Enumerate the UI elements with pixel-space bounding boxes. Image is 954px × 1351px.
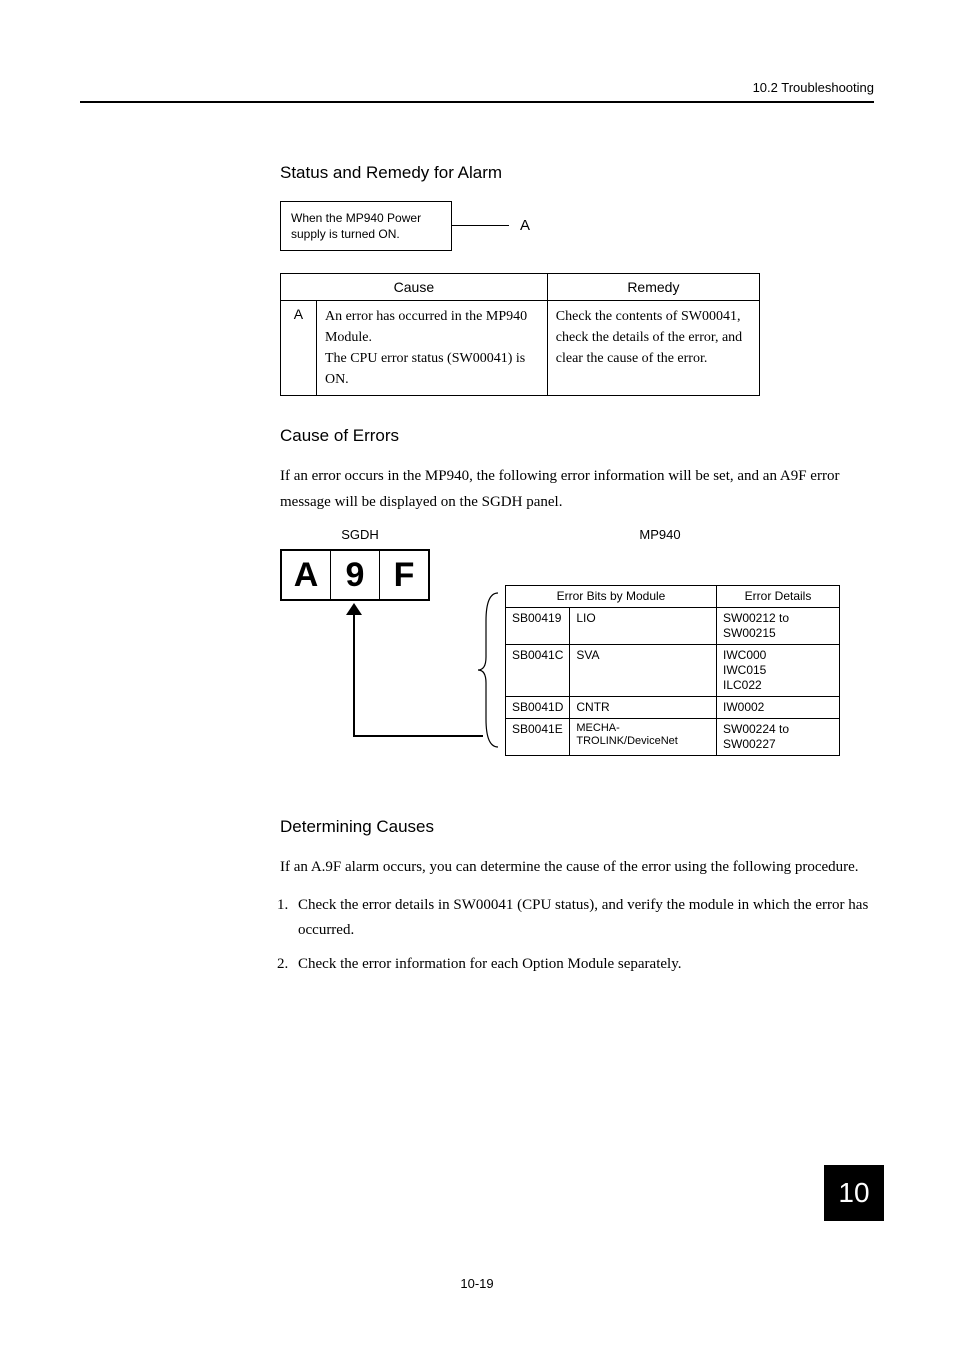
cause-header: Cause [281, 274, 548, 301]
seven-segment-display: A 9 F [280, 549, 430, 601]
sgdh-mp940-diagram: SGDH MP940 A 9 F Error Bits by Module Er… [280, 527, 860, 787]
mod-cell: CNTR [570, 697, 717, 719]
det-cell: IW0002 [717, 697, 840, 719]
error-bits-table: Error Bits by Module Error Details SB004… [505, 585, 840, 756]
reg-cell: SB0041C [506, 645, 570, 697]
condition-line2: supply is turned ON. [291, 227, 400, 241]
remedy-cell: Check the contents of SW00041, check the… [547, 301, 759, 396]
condition-line1: When the MP940 Power [291, 211, 421, 225]
list-item: Check the error details in SW00041 (CPU … [292, 893, 874, 944]
display-char-2: 9 [331, 551, 380, 599]
cause-line2: The CPU error status (SW00041) is ON. [325, 351, 525, 387]
mod-cell: LIO [570, 608, 717, 645]
arrow-icon [346, 603, 362, 737]
display-char-3: F [380, 551, 428, 599]
det-cell: SW00224 to SW00227 [717, 719, 840, 756]
heading-cause-errors: Cause of Errors [280, 426, 874, 446]
determining-intro: If an A.9F alarm occurs, you can determi… [280, 855, 874, 881]
cause-line1: An error has occurred in the MP940 Modul… [325, 309, 527, 345]
cause-errors-intro: If an error occurs in the MP940, the fol… [280, 464, 874, 515]
table-row: SB0041D CNTR IW0002 [506, 697, 840, 719]
condition-label: A [520, 217, 530, 234]
condition-box: When the MP940 Power supply is turned ON… [280, 201, 452, 251]
mod-cell: MECHA-TROLINK/DeviceNet [570, 719, 717, 756]
status-diagram: When the MP940 Power supply is turned ON… [280, 201, 874, 261]
cause-remedy-table: Cause Remedy A An error has occurred in … [280, 273, 760, 396]
table-row: SB0041C SVA IWC000 IWC015 ILC022 [506, 645, 840, 697]
heading-status-remedy: Status and Remedy for Alarm [280, 163, 874, 183]
error-bits-header: Error Bits by Module [506, 586, 717, 608]
reg-cell: SB0041D [506, 697, 570, 719]
reg-cell: SB00419 [506, 608, 570, 645]
mp940-label: MP940 [480, 527, 840, 542]
heading-determining: Determining Causes [280, 817, 874, 837]
reg-cell: SB0041E [506, 719, 570, 756]
connector-line [451, 225, 509, 226]
header-section: 10.2 Troubleshooting [80, 80, 874, 95]
brace-icon [476, 591, 500, 749]
cause-cell: An error has occurred in the MP940 Modul… [316, 301, 547, 396]
chapter-number-badge: 10 [824, 1165, 884, 1221]
error-details-header: Error Details [717, 586, 840, 608]
sgdh-label: SGDH [280, 527, 440, 542]
det-cell: SW00212 to SW00215 [717, 608, 840, 645]
mod-cell: SVA [570, 645, 717, 697]
header-rule [80, 101, 874, 103]
procedure-list: Check the error details in SW00041 (CPU … [292, 893, 874, 978]
page-number: 10-19 [0, 1276, 954, 1291]
table-row: SB00419 LIO SW00212 to SW00215 [506, 608, 840, 645]
remedy-header: Remedy [547, 274, 759, 301]
table-row: SB0041E MECHA-TROLINK/DeviceNet SW00224 … [506, 719, 840, 756]
list-item: Check the error information for each Opt… [292, 952, 874, 978]
display-char-1: A [282, 551, 331, 599]
cause-row-label: A [281, 301, 317, 396]
det-cell: IWC000 IWC015 ILC022 [717, 645, 840, 697]
